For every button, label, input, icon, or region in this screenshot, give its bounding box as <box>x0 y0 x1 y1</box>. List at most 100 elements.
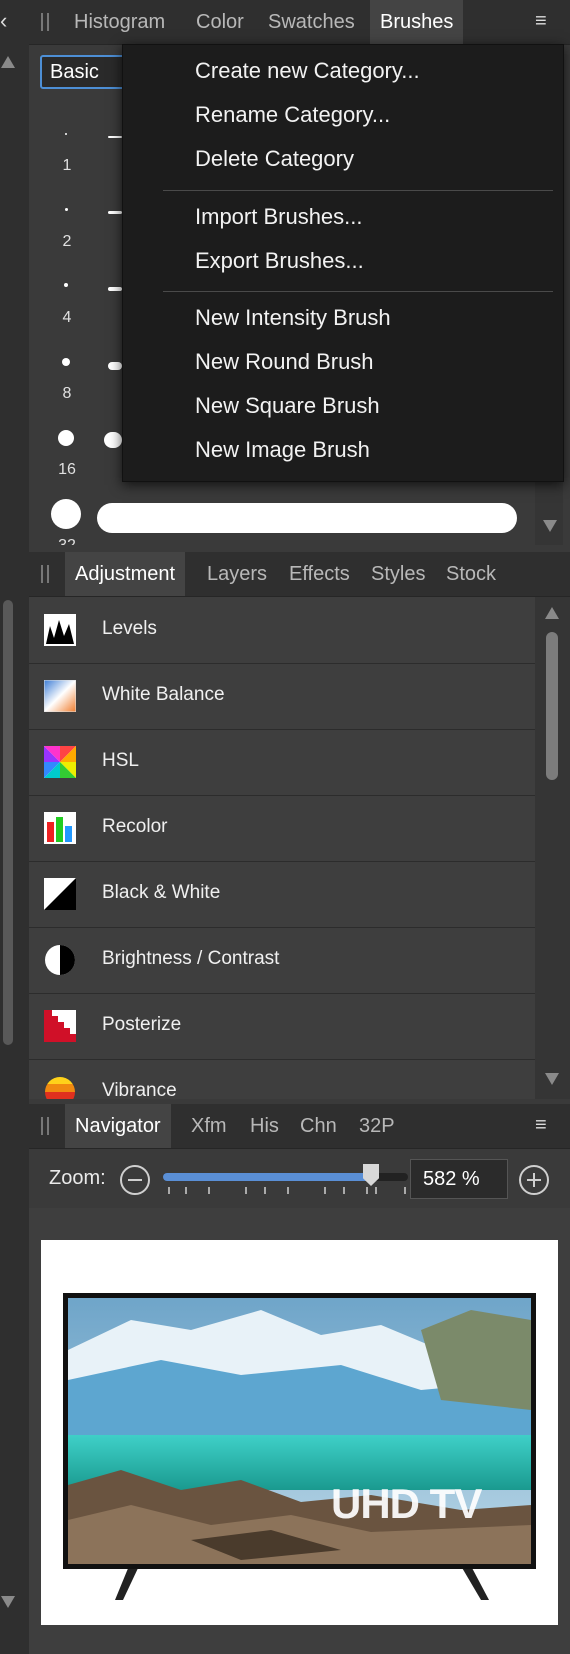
slider-tick <box>343 1187 345 1194</box>
navigator-preview[interactable]: UHD TV <box>41 1240 558 1625</box>
navigator-panel-tabbar: Navigator Xfm His Chn 32P ≡ <box>29 1104 570 1149</box>
menu-separator <box>163 190 553 191</box>
adjustment-panel-tabbar: Adjustment Layers Effects Styles Stock <box>29 552 570 597</box>
vibrance-icon <box>45 1077 75 1099</box>
brush-size-label: 16 <box>58 461 76 478</box>
menu-create-category[interactable]: Create new Category... <box>195 58 420 84</box>
tab-styles[interactable]: Styles <box>371 552 425 596</box>
brush-size-label: 1 <box>62 157 72 174</box>
brush-dot <box>64 283 68 287</box>
brush-size-label: 2 <box>62 233 72 250</box>
menu-rename-category[interactable]: Rename Category... <box>195 102 390 128</box>
slider-tick <box>185 1187 187 1194</box>
adjustment-label: HSL <box>102 750 139 771</box>
brushes-context-menu: Create new Category... Rename Category..… <box>122 44 564 482</box>
zoom-value: 582 % <box>423 1168 480 1190</box>
tab-color[interactable]: Color <box>196 0 244 44</box>
brush-stroke <box>108 362 122 370</box>
adjustment-label: White Balance <box>102 684 225 705</box>
brush-dot <box>58 430 74 446</box>
zoom-slider-ticks <box>168 1187 408 1197</box>
panel-menu-icon[interactable]: ≡ <box>535 1114 547 1137</box>
menu-import-brushes[interactable]: Import Brushes... <box>195 204 363 230</box>
tab-32bit-preview[interactable]: 32P <box>359 1104 395 1148</box>
panel-gripper-icon[interactable] <box>41 1117 49 1135</box>
menu-export-brushes[interactable]: Export Brushes... <box>195 248 364 274</box>
list-item[interactable]: HSL <box>29 729 535 796</box>
brushes-scroll-down-icon[interactable] <box>543 520 557 532</box>
tab-layers[interactable]: Layers <box>207 552 267 596</box>
levels-icon <box>44 614 76 646</box>
slider-tick <box>404 1187 406 1194</box>
tab-histogram[interactable]: Histogram <box>74 0 165 44</box>
uhd-tv-label: UHD TV <box>331 1480 482 1527</box>
recolor-icon <box>44 812 76 844</box>
top-panel-tabbar: Histogram Color Swatches Brushes ≡ <box>29 0 570 45</box>
list-item[interactable]: Posterize <box>29 993 535 1060</box>
panel-gripper-icon[interactable] <box>41 565 49 583</box>
adjustment-scroll-thumb[interactable] <box>546 632 558 780</box>
list-item[interactable]: White Balance <box>29 663 535 730</box>
brush-size-label: 8 <box>62 385 72 402</box>
tab-history[interactable]: His <box>250 1104 279 1148</box>
adjustment-label: Posterize <box>102 1014 182 1035</box>
brush-size-label: 4 <box>62 309 72 326</box>
brush-stroke <box>108 287 122 291</box>
panel-menu-icon[interactable]: ≡ <box>535 10 547 33</box>
panel-gripper-icon[interactable] <box>41 13 49 31</box>
adjustment-scroll-down-icon[interactable] <box>545 1073 559 1085</box>
list-item[interactable]: Vibrance <box>29 1059 535 1099</box>
slider-tick <box>324 1187 326 1194</box>
list-item[interactable]: Recolor <box>29 795 535 862</box>
brush-category-select[interactable]: Basic <box>40 55 130 89</box>
adjustment-label: Vibrance <box>102 1080 177 1099</box>
slider-tick <box>208 1187 210 1194</box>
brush-dot <box>65 133 67 135</box>
slider-tick <box>245 1187 247 1194</box>
menu-new-image-brush[interactable]: New Image Brush <box>195 437 370 463</box>
tab-brushes[interactable]: Brushes <box>370 0 464 44</box>
brush-stroke-large <box>97 503 517 533</box>
tab-effects[interactable]: Effects <box>289 552 350 596</box>
brush-stroke <box>108 136 122 138</box>
brush-dot <box>65 208 68 211</box>
tab-navigator[interactable]: Navigator <box>65 1104 171 1148</box>
zoom-value-field[interactable]: 582 % <box>410 1159 508 1199</box>
zoom-label: Zoom: <box>49 1167 106 1189</box>
list-item[interactable]: Levels <box>29 597 535 664</box>
menu-new-square-brush[interactable]: New Square Brush <box>195 393 380 419</box>
scroll-down-arrow-icon[interactable] <box>1 1596 15 1608</box>
brush-dot <box>62 358 70 366</box>
white-balance-icon <box>44 680 76 712</box>
tab-channels[interactable]: Chn <box>300 1104 337 1148</box>
scroll-up-arrow-icon[interactable] <box>1 56 15 68</box>
adjustment-label: Recolor <box>102 816 168 837</box>
menu-new-round-brush[interactable]: New Round Brush <box>195 349 374 375</box>
adjustment-label: Levels <box>102 618 157 639</box>
zoom-slider-fill <box>163 1173 371 1181</box>
menu-delete-category[interactable]: Delete Category <box>195 146 354 172</box>
collapse-chevron-icon[interactable]: ‹ <box>0 8 7 34</box>
zoom-out-button[interactable] <box>120 1165 150 1195</box>
tab-adjustment[interactable]: Adjustment <box>65 552 186 596</box>
brush-stroke <box>108 211 122 214</box>
tv-preview-image <box>63 1293 536 1600</box>
tab-stock[interactable]: Stock <box>446 552 496 596</box>
black-white-icon <box>44 878 76 910</box>
tab-transform[interactable]: Xfm <box>191 1104 227 1148</box>
adjustment-scroll-up-icon[interactable] <box>545 607 559 619</box>
brightness-contrast-icon <box>45 945 75 975</box>
menu-separator <box>163 291 553 292</box>
list-item[interactable]: Brightness / Contrast <box>29 927 535 994</box>
slider-tick <box>287 1187 289 1194</box>
menu-new-intensity-brush[interactable]: New Intensity Brush <box>195 305 391 331</box>
slider-tick <box>366 1187 368 1194</box>
list-item[interactable]: Black & White <box>29 861 535 928</box>
brush-stroke <box>104 432 122 448</box>
gutter-scrollbar[interactable] <box>3 600 13 1045</box>
brush-category-value: Basic <box>50 61 99 83</box>
tab-swatches[interactable]: Swatches <box>268 0 355 44</box>
zoom-in-button[interactable] <box>519 1165 549 1195</box>
brush-size-label: 32 <box>37 537 97 545</box>
adjustment-list: Levels White Balance HSL Recolor Black &… <box>29 597 535 1099</box>
